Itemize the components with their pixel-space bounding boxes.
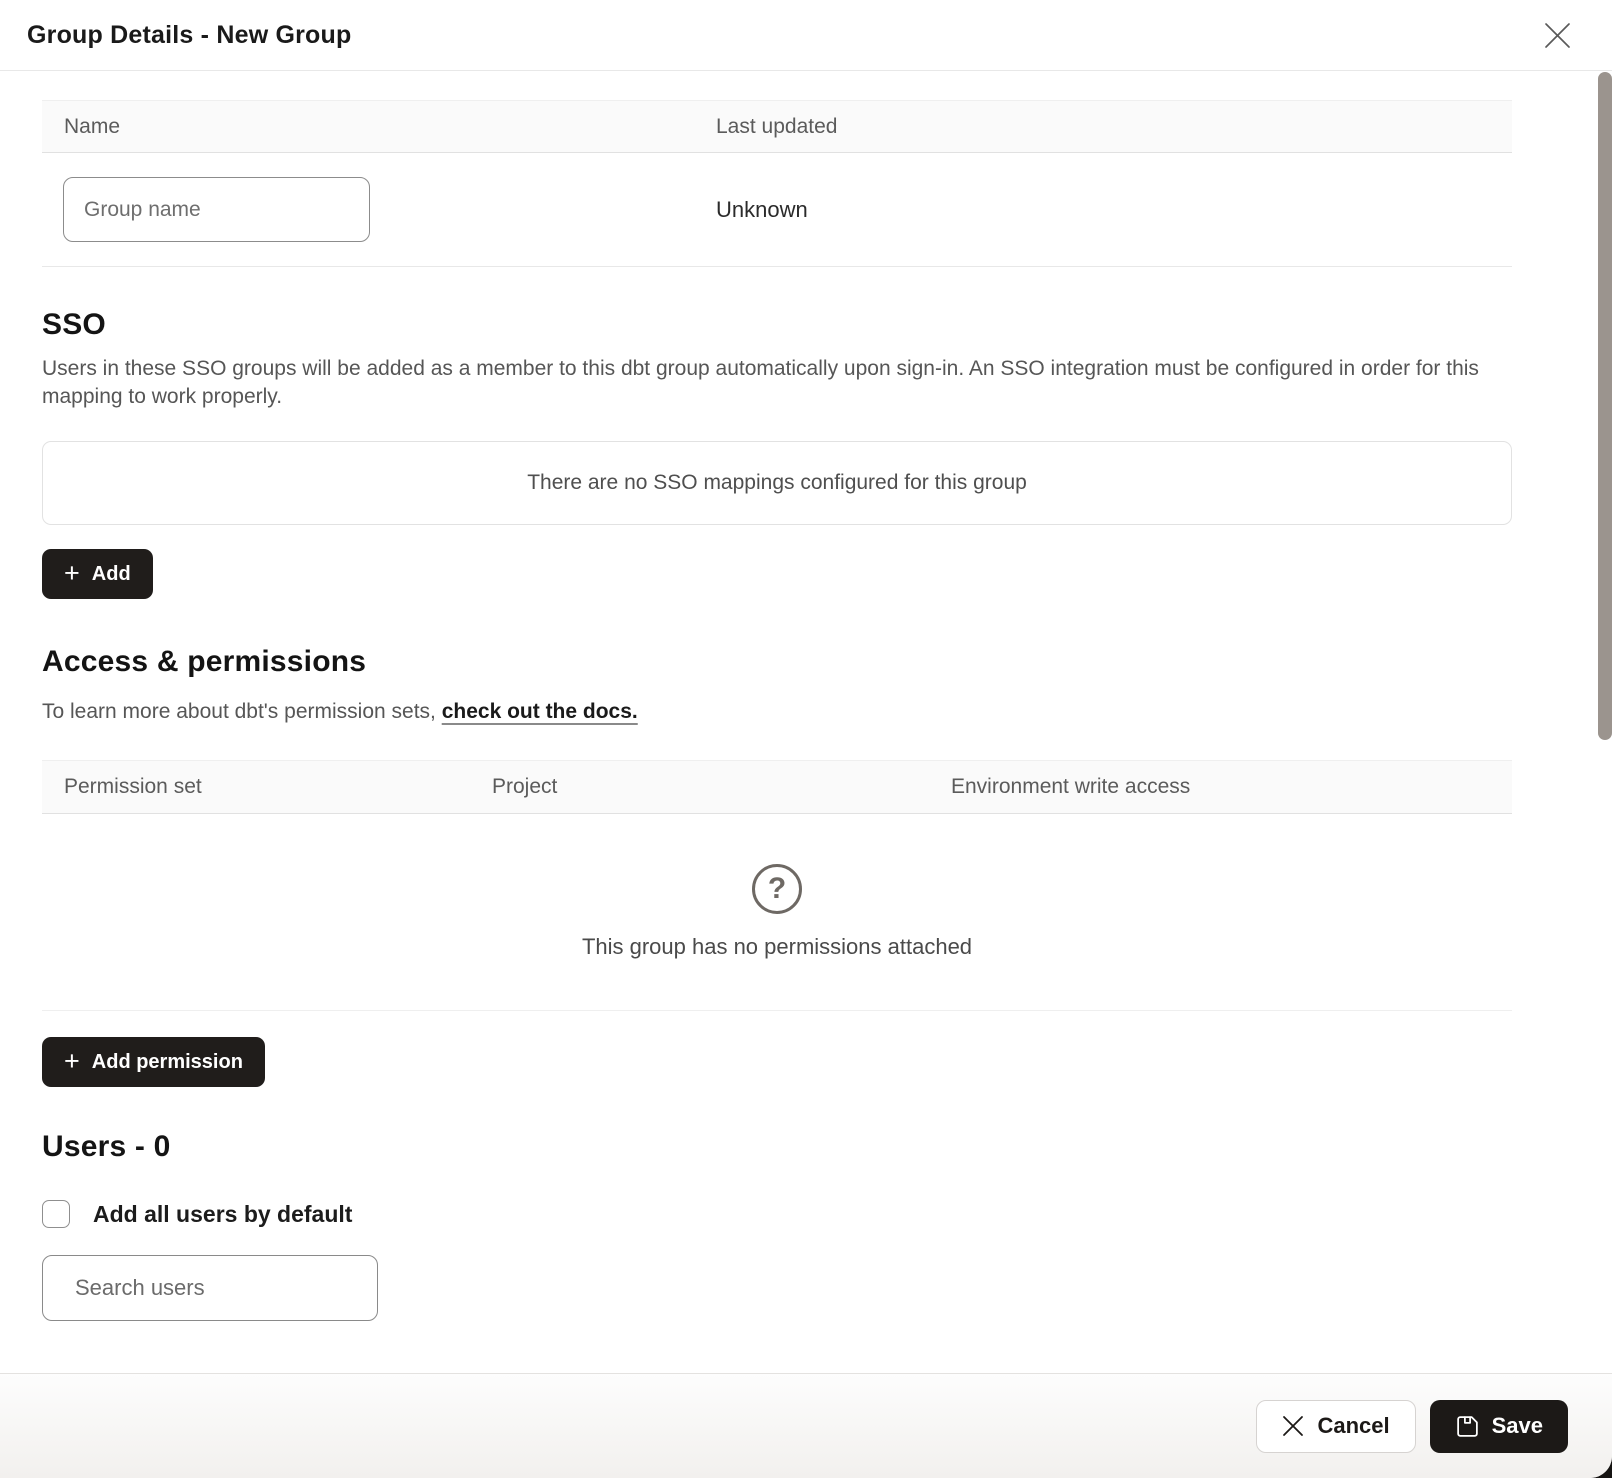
group-name-table: Name Last updated Unknown [42,100,1512,267]
cancel-button[interactable]: Cancel [1256,1400,1415,1453]
save-button[interactable]: Save [1430,1400,1568,1453]
add-sso-mapping-button[interactable]: + Add [42,549,153,599]
column-header-name: Name [42,115,716,139]
permissions-empty-message: This group has no permissions attached [582,934,972,960]
add-all-users-checkbox[interactable] [42,1200,70,1228]
close-icon [1544,22,1571,49]
docs-link[interactable]: check out the docs. [442,700,638,723]
users-section: Users - 0 Add all users by default [42,1130,1512,1321]
sso-heading: SSO [42,308,1512,342]
sso-empty-message: There are no SSO mappings configured for… [527,471,1027,495]
add-permission-button-label: Add permission [92,1051,243,1074]
column-header-last-updated: Last updated [716,115,1512,139]
modal-content: Name Last updated Unknown SSO Users in t… [0,71,1612,1373]
add-sso-button-label: Add [92,563,131,586]
search-users-input[interactable] [75,1275,363,1301]
table-row: Unknown [42,153,1512,267]
column-header-environment-write-access: Environment write access [951,775,1512,799]
close-button[interactable] [1540,18,1574,52]
sso-description: Users in these SSO groups will be added … [42,355,1507,411]
plus-icon: + [64,1048,80,1075]
permissions-heading: Access & permissions [42,645,1512,679]
group-name-cell [42,177,716,242]
column-header-permission-set: Permission set [42,775,492,799]
group-name-input[interactable] [63,177,370,242]
name-table-header-row: Name Last updated [42,100,1512,153]
modal-title: Group Details - New Group [27,21,351,50]
add-permission-button[interactable]: + Add permission [42,1037,265,1087]
last-updated-value: Unknown [716,197,1512,223]
permissions-description: To learn more about dbt's permission set… [42,698,1507,726]
question-mark-glyph: ? [768,872,786,906]
cancel-button-label: Cancel [1317,1413,1389,1439]
sso-empty-state: There are no SSO mappings configured for… [42,441,1512,525]
users-heading: Users - 0 [42,1130,1512,1164]
save-button-label: Save [1492,1413,1543,1439]
add-all-users-label[interactable]: Add all users by default [93,1201,352,1228]
permissions-description-text: To learn more about dbt's permission set… [42,700,442,723]
save-icon [1455,1414,1480,1439]
help-circle-icon: ? [752,864,802,914]
modal-footer: Cancel Save [0,1373,1612,1478]
permissions-empty-state: ? This group has no permissions attached [42,814,1512,1010]
search-users-field [42,1255,378,1321]
cancel-x-icon [1282,1415,1304,1437]
add-all-users-row: Add all users by default [42,1200,1512,1228]
sso-section: SSO Users in these SSO groups will be ad… [42,308,1512,599]
modal-header: Group Details - New Group [0,0,1612,71]
column-header-project: Project [492,775,951,799]
permissions-table: Permission set Project Environment write… [42,760,1512,1011]
plus-icon: + [64,560,80,587]
permissions-section: Access & permissions To learn more about… [42,645,1512,1087]
scrollbar-thumb[interactable] [1598,72,1612,740]
group-details-modal: Group Details - New Group Name Last upda… [0,0,1612,1478]
permissions-table-header-row: Permission set Project Environment write… [42,760,1512,814]
